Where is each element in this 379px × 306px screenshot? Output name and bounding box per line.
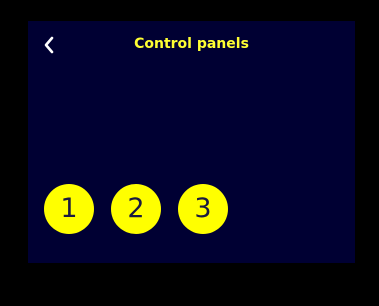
- control-panels-screen: Control panels 1 2 3: [28, 21, 355, 263]
- panel-1-button[interactable]: 1: [44, 184, 94, 234]
- page-title: Control panels: [134, 36, 249, 52]
- panel-2-button[interactable]: 2: [111, 184, 161, 234]
- panel-3-button[interactable]: 3: [178, 184, 228, 234]
